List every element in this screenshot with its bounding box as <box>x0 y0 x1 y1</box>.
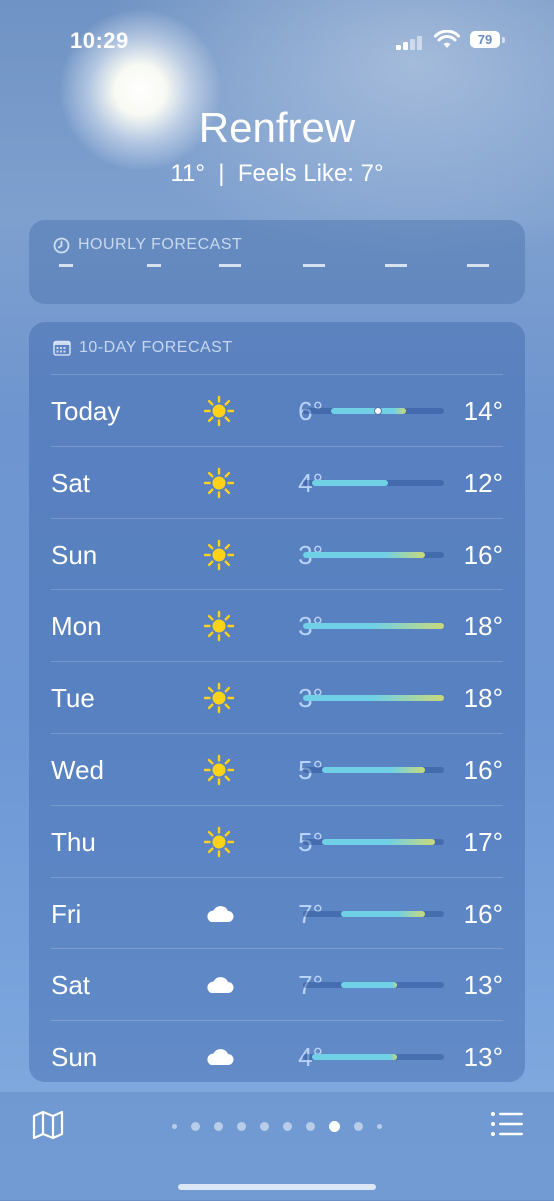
ten-day-forecast-card: 10-DAY FORECAST Today6°14°Sat4°12°Sun3°1… <box>29 322 525 1082</box>
temperature-range-bar <box>321 766 426 773</box>
page-dot[interactable] <box>283 1122 292 1132</box>
temperature-range-track <box>303 407 444 415</box>
temperature-range-track <box>303 982 444 989</box>
temperature-range-track <box>303 766 444 773</box>
forecast-row[interactable]: Today 6° 14° <box>51 374 503 446</box>
hourly-forecast-card[interactable]: HOURLY FORECAST <box>29 220 525 304</box>
status-time: 10:29 <box>70 28 129 53</box>
forecast-rows: Today6°14°Sat4°12°Sun3°16°Mon3°18°Tue3°1… <box>51 374 503 1092</box>
temperature-range-bar <box>303 695 444 702</box>
hourly-forecast-header: HOURLY FORECAST <box>53 236 242 254</box>
sun-icon <box>203 682 235 714</box>
sun-icon <box>203 754 235 786</box>
page-dot[interactable] <box>172 1124 177 1130</box>
forecast-row[interactable]: Fri 7° 16° <box>51 876 503 949</box>
forecast-day: Fri <box>51 898 82 929</box>
forecast-row[interactable]: Tue3°18° <box>51 661 503 733</box>
sun-icon <box>203 611 235 642</box>
forecast-high: 16° <box>463 539 503 570</box>
temperature-range-bar <box>312 1054 397 1061</box>
page-dot[interactable] <box>306 1122 315 1132</box>
temperature-range-bar <box>340 982 397 989</box>
hourly-forecast-title: HOURLY FORECAST <box>78 236 243 253</box>
status-bar: 10:29 79 <box>0 28 554 58</box>
current-temp: 11° <box>170 160 205 187</box>
forecast-row[interactable]: Sun 4° 13° <box>51 1020 503 1092</box>
temperature-range-bar <box>303 623 444 630</box>
ten-day-forecast-header: 10-DAY FORECAST <box>53 339 233 357</box>
temperature-range-bar <box>321 838 435 845</box>
temperature-range-track <box>303 910 444 917</box>
cellular-signal-icon <box>396 34 424 50</box>
clock-icon <box>53 237 70 253</box>
forecast-day: Sat <box>51 467 91 498</box>
current-conditions: 11° | Feels Like: 7° <box>0 160 554 188</box>
temperature-range-track <box>303 1054 444 1061</box>
forecast-day: Wed <box>51 754 104 785</box>
forecast-day: Sun <box>51 539 98 570</box>
forecast-high: 18° <box>463 611 503 642</box>
cloud-icon <box>207 905 234 922</box>
feels-like: Feels Like: 7° <box>237 160 384 187</box>
forecast-day: Sun <box>51 1042 98 1073</box>
forecast-high: 16° <box>463 898 503 929</box>
wifi-icon <box>434 30 460 48</box>
forecast-high: 18° <box>463 683 503 714</box>
forecast-row[interactable]: Sat 7° 13° <box>51 948 503 1020</box>
page-dot[interactable] <box>237 1122 246 1132</box>
forecast-high: 16° <box>463 754 503 785</box>
temperature-range-track <box>303 551 444 558</box>
forecast-row[interactable]: Thu 5° 17° <box>51 804 503 877</box>
forecast-row[interactable]: Wed 5° 16° <box>51 732 503 805</box>
home-indicator <box>178 1184 376 1190</box>
page-dot[interactable] <box>377 1124 382 1130</box>
ten-day-forecast-title: 10-DAY FORECAST <box>79 339 233 356</box>
page-dot[interactable] <box>191 1122 200 1132</box>
sun-icon <box>203 826 235 857</box>
page-dot-active[interactable] <box>329 1121 340 1133</box>
page-dot[interactable] <box>214 1122 223 1132</box>
calendar-icon <box>53 340 71 356</box>
list-icon[interactable] <box>490 1110 524 1138</box>
forecast-day: Sat <box>51 970 91 1001</box>
page-indicator[interactable] <box>0 1118 554 1136</box>
temperature-range-track <box>303 695 444 702</box>
temperature-range-track <box>303 479 444 486</box>
separator: | <box>218 160 225 187</box>
sun-icon <box>203 539 235 570</box>
temperature-range-bar <box>340 910 426 917</box>
cloud-icon <box>207 1049 234 1066</box>
page-dot[interactable] <box>354 1122 363 1132</box>
forecast-day: Tue <box>51 683 95 714</box>
forecast-high: 12° <box>463 467 503 498</box>
forecast-high: 13° <box>463 1042 503 1073</box>
forecast-high: 13° <box>463 970 503 1001</box>
temperature-range-bar <box>303 551 426 558</box>
battery-indicator: 79 <box>470 31 500 48</box>
forecast-high: 14° <box>463 396 503 426</box>
forecast-row[interactable]: Sun3°16° <box>51 517 503 590</box>
temperature-range-track <box>303 838 444 845</box>
bottom-toolbar <box>0 1091 554 1201</box>
forecast-high: 17° <box>463 826 503 857</box>
forecast-day: Today <box>51 396 121 426</box>
temperature-range-track <box>303 623 444 630</box>
forecast-row[interactable]: Sat 4° 12° <box>51 445 503 518</box>
forecast-row[interactable]: Mon3°18° <box>51 589 503 661</box>
hourly-strip-cutoff <box>53 260 505 280</box>
forecast-day: Mon <box>51 611 102 642</box>
temperature-range-bar <box>331 408 407 414</box>
battery-nub <box>502 37 505 43</box>
sun-icon <box>203 395 235 427</box>
temperature-range-bar <box>312 479 388 486</box>
city-name: Renfrew <box>198 104 356 151</box>
forecast-day: Thu <box>51 826 96 857</box>
sun-icon <box>203 467 235 498</box>
cloud-icon <box>207 977 234 994</box>
page-dot[interactable] <box>260 1122 269 1132</box>
